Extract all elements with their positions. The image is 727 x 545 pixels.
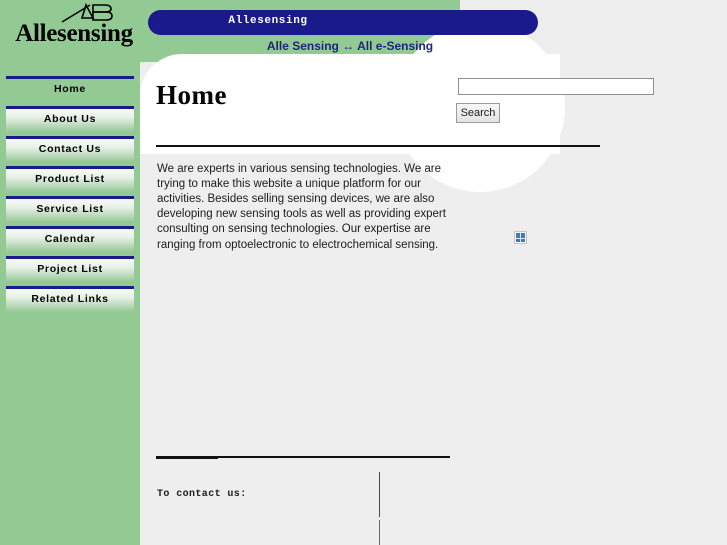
content-divider-top — [156, 145, 600, 147]
sidebar-item-label: Related Links — [31, 293, 109, 305]
site-logo-wordmark: Allesensing — [15, 20, 133, 47]
sidebar-nav: Home About Us Contact Us Product List Servic… — [6, 76, 134, 316]
sidebar-item-calendar[interactable]: Calendar — [6, 226, 134, 252]
broken-image-glyph — [516, 233, 525, 242]
site-logo[interactable]: Allesensing — [8, 2, 140, 54]
sidebar-item-product-list[interactable]: Product List — [6, 166, 134, 192]
search-button[interactable]: Search — [456, 103, 500, 123]
footer-table-vertical-rule-lower — [379, 520, 380, 545]
sidebar-item-label: Home — [54, 83, 86, 95]
sidebar-item-label: Product List — [35, 173, 105, 185]
sidebar-item-label: About Us — [43, 113, 97, 125]
footer-table-vertical-rule-upper — [379, 472, 380, 517]
sidebar-item-service-list[interactable]: Service List — [6, 196, 134, 222]
sidebar-item-about-us[interactable]: About Us — [6, 106, 134, 132]
sidebar-item-label: Project List — [37, 263, 103, 275]
sidebar-item-label: Service List — [36, 203, 104, 215]
sidebar-item-project-list[interactable]: Project List — [6, 256, 134, 282]
footer-divider-left — [156, 456, 218, 459]
sidebar-item-related-links[interactable]: Related Links — [6, 286, 134, 312]
sidebar-item-contact-us[interactable]: Contact Us — [6, 136, 134, 162]
broken-image-icon — [514, 231, 527, 244]
page-title: Home — [156, 80, 227, 110]
header-banner-title: Allesensing — [228, 15, 308, 27]
search-input[interactable] — [458, 78, 654, 95]
sidebar-item-label: Calendar — [44, 233, 96, 245]
sidebar-item-home[interactable]: Home — [6, 76, 134, 102]
footer-divider-right — [218, 456, 450, 458]
sidebar-item-label: Contact Us — [38, 143, 102, 155]
header-banner: Allesensing — [148, 10, 538, 35]
site-tagline: Alle Sensing ↔ All e-Sensing — [266, 39, 434, 53]
page-root: Allesensing Allesensing Alle Sensing ↔ A… — [0, 0, 727, 545]
contact-heading: To contact us: — [157, 489, 247, 500]
intro-paragraph: We are experts in various sensing techno… — [157, 162, 446, 251]
